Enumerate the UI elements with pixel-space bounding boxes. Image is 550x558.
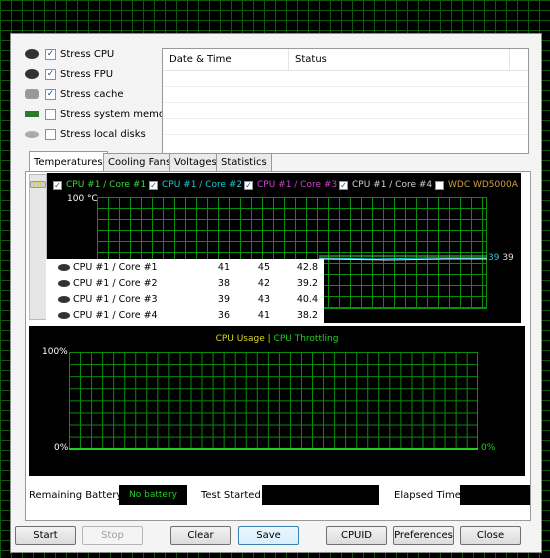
vertical-slider[interactable]: [29, 174, 47, 320]
cpu-usage-graph: CPU Usage | CPU Throttling 100% 0% 0%: [29, 326, 525, 476]
fpu-icon: [25, 69, 39, 79]
usage-title: CPU Usage: [215, 334, 265, 344]
tab-temperatures[interactable]: Temperatures: [29, 151, 108, 172]
cpu-icon: [58, 295, 70, 303]
table-row: CPU #1 / Core #2 38 42 39.2: [46, 275, 324, 291]
option-label: Stress system memory: [60, 108, 176, 120]
cpu-icon: [25, 49, 39, 59]
temperature-graph: rd ✓ CPU #1 / Core #1 ✓ CPU #1 / Core #2 ✓…: [33, 173, 521, 323]
tab-statistics[interactable]: Statistics: [216, 153, 272, 171]
y-min-label: 0%: [54, 443, 69, 453]
temperature-table: CPU #1 / Core #1 41 45 42.8 CPU #1 / Core #…: [46, 259, 324, 323]
checkbox[interactable]: [45, 108, 56, 120]
option-label: Stress FPU: [60, 68, 114, 80]
checkbox[interactable]: ✓: [45, 88, 56, 100]
stress-fpu-option[interactable]: ✓ Stress FPU: [25, 66, 113, 82]
series-core4: [318, 258, 487, 261]
usage-grid: [69, 352, 478, 449]
log-table[interactable]: Date & Time Status: [162, 48, 529, 154]
legend-prefix: rd: [33, 180, 43, 190]
column-status[interactable]: Status: [289, 49, 510, 70]
disk-icon: [25, 130, 39, 138]
throttling-title: CPU Throttling: [273, 334, 339, 344]
stress-disks-option[interactable]: Stress local disks: [25, 126, 146, 142]
start-button[interactable]: Start: [15, 526, 76, 545]
throttling-line: [69, 448, 478, 450]
option-label: Stress cache: [60, 88, 124, 100]
column-date-time[interactable]: Date & Time: [163, 49, 289, 70]
y-max-label: 100%: [42, 347, 68, 357]
cpuid-button[interactable]: CPUID: [326, 526, 387, 545]
stress-cpu-option[interactable]: ✓ Stress CPU: [25, 46, 114, 62]
option-label: Stress CPU: [60, 48, 115, 60]
save-button[interactable]: Save: [238, 526, 299, 545]
stress-memory-option[interactable]: Stress system memory: [25, 106, 175, 122]
separator: |: [267, 334, 271, 344]
battery-label: Remaining Battery:: [29, 490, 125, 501]
current-usage-label: 0%: [481, 443, 496, 453]
cpu-icon: [58, 263, 70, 271]
cpu-icon: [58, 279, 70, 287]
stop-button[interactable]: Stop: [82, 526, 143, 545]
table-row: CPU #1 / Core #4 36 41 38.2: [46, 307, 324, 323]
checkbox[interactable]: ✓: [45, 68, 56, 80]
cache-icon: [25, 89, 39, 99]
test-started-label: Test Started:: [201, 490, 265, 501]
test-started-value: [262, 485, 379, 505]
clear-button[interactable]: Clear: [170, 526, 231, 545]
table-row: CPU #1 / Core #1 41 45 42.8: [46, 259, 324, 275]
stability-test-dialog: ✓ Stress CPU ✓ Stress FPU ✓ Stress cache St…: [10, 33, 542, 553]
tab-panel: rd ✓ CPU #1 / Core #1 ✓ CPU #1 / Core #2 ✓…: [25, 171, 531, 521]
checkbox[interactable]: [45, 128, 56, 140]
table-row: CPU #1 / Core #3 39 43 40.4: [46, 291, 324, 307]
close-button[interactable]: Close: [460, 526, 521, 545]
elapsed-time-value: [460, 485, 530, 505]
tab-voltages[interactable]: Voltages: [169, 153, 222, 171]
memory-icon: [25, 111, 39, 117]
elapsed-time-label: Elapsed Time:: [394, 490, 465, 501]
cpu-icon: [58, 311, 70, 319]
battery-value: No battery: [119, 485, 187, 505]
checkbox[interactable]: ✓: [45, 48, 56, 60]
preferences-button[interactable]: Preferences: [393, 526, 454, 545]
option-label: Stress local disks: [60, 128, 146, 140]
tab-cooling-fans[interactable]: Cooling Fans: [103, 153, 177, 171]
stress-cache-option[interactable]: ✓ Stress cache: [25, 86, 124, 102]
end-label: 39: [502, 253, 514, 263]
end-label: 39: [488, 253, 500, 263]
